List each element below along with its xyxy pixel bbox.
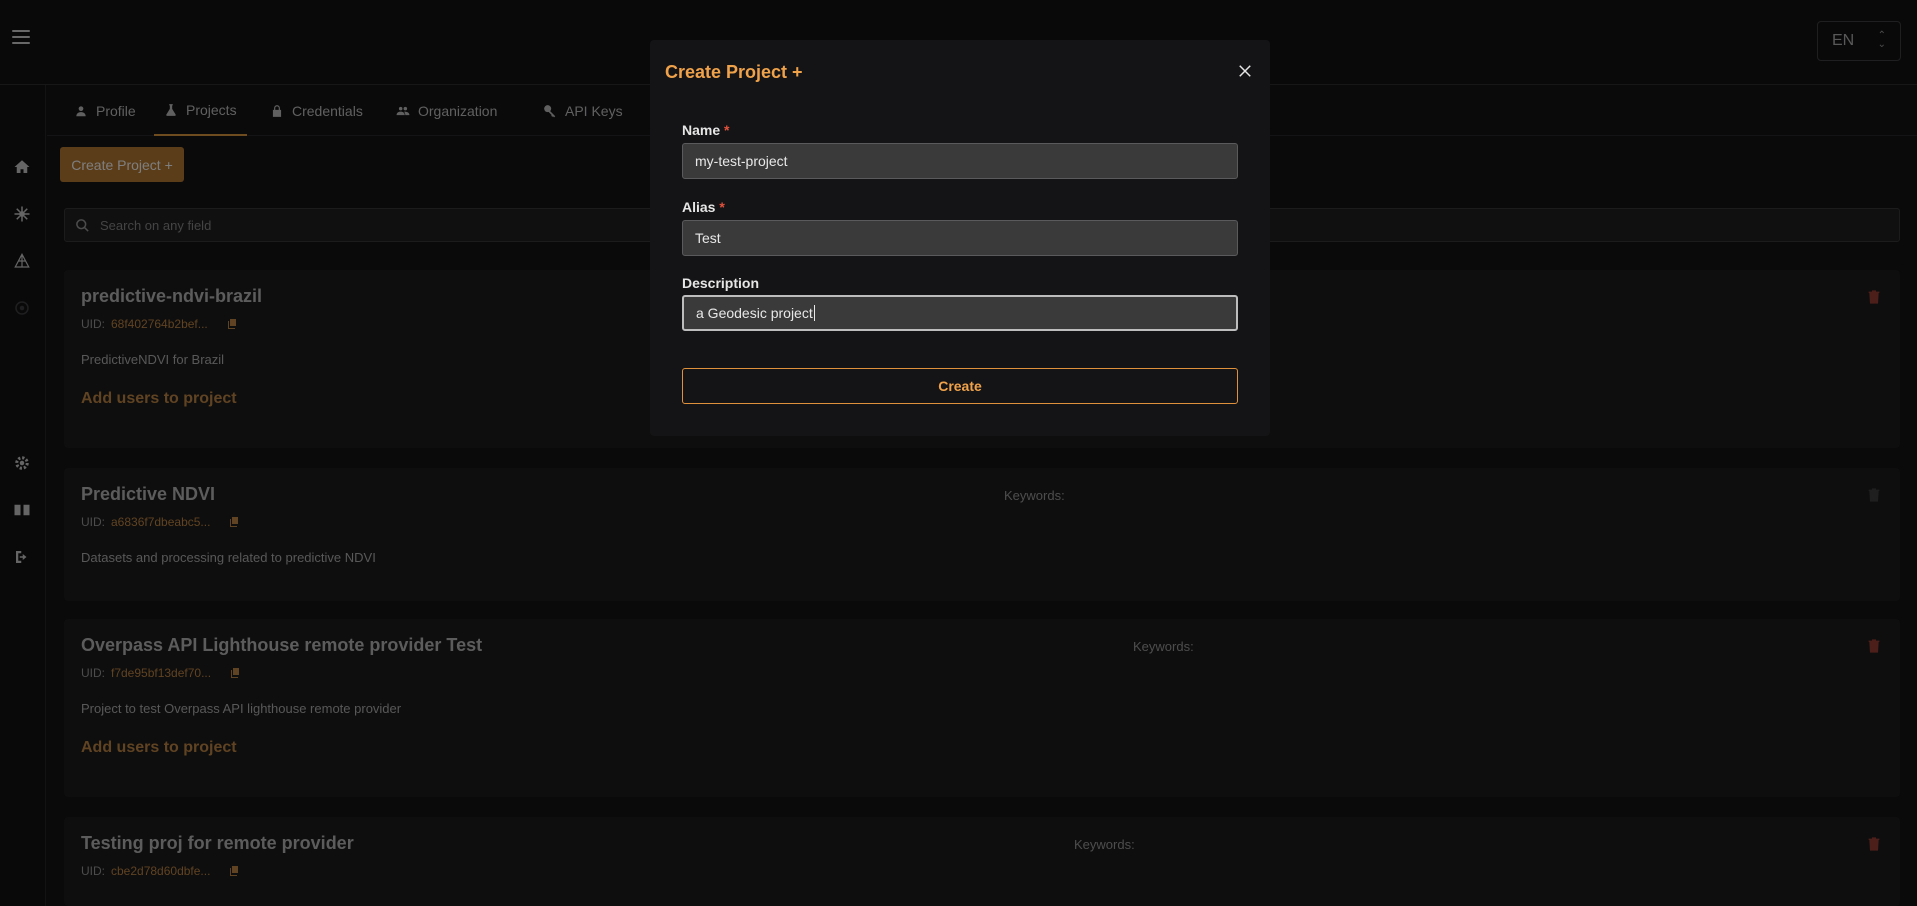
alias-label: Alias * xyxy=(682,199,725,215)
required-mark: * xyxy=(724,122,730,138)
close-icon[interactable] xyxy=(1236,62,1254,80)
description-value: a Geodesic project xyxy=(696,305,813,321)
modal-title: Create Project + xyxy=(665,62,803,82)
name-label-text: Name xyxy=(682,122,721,138)
name-field[interactable]: my-test-project xyxy=(682,143,1238,179)
description-field[interactable]: a Geodesic project xyxy=(682,295,1238,331)
text-caret xyxy=(813,305,815,321)
description-label: Description xyxy=(682,275,760,291)
name-label: Name * xyxy=(682,122,729,138)
required-mark: * xyxy=(719,199,725,215)
create-button[interactable]: Create xyxy=(682,368,1238,404)
alias-field[interactable]: Test xyxy=(682,220,1238,256)
create-project-modal: Create Project + Name * my-test-project … xyxy=(650,40,1270,436)
alias-label-text: Alias xyxy=(682,199,716,215)
